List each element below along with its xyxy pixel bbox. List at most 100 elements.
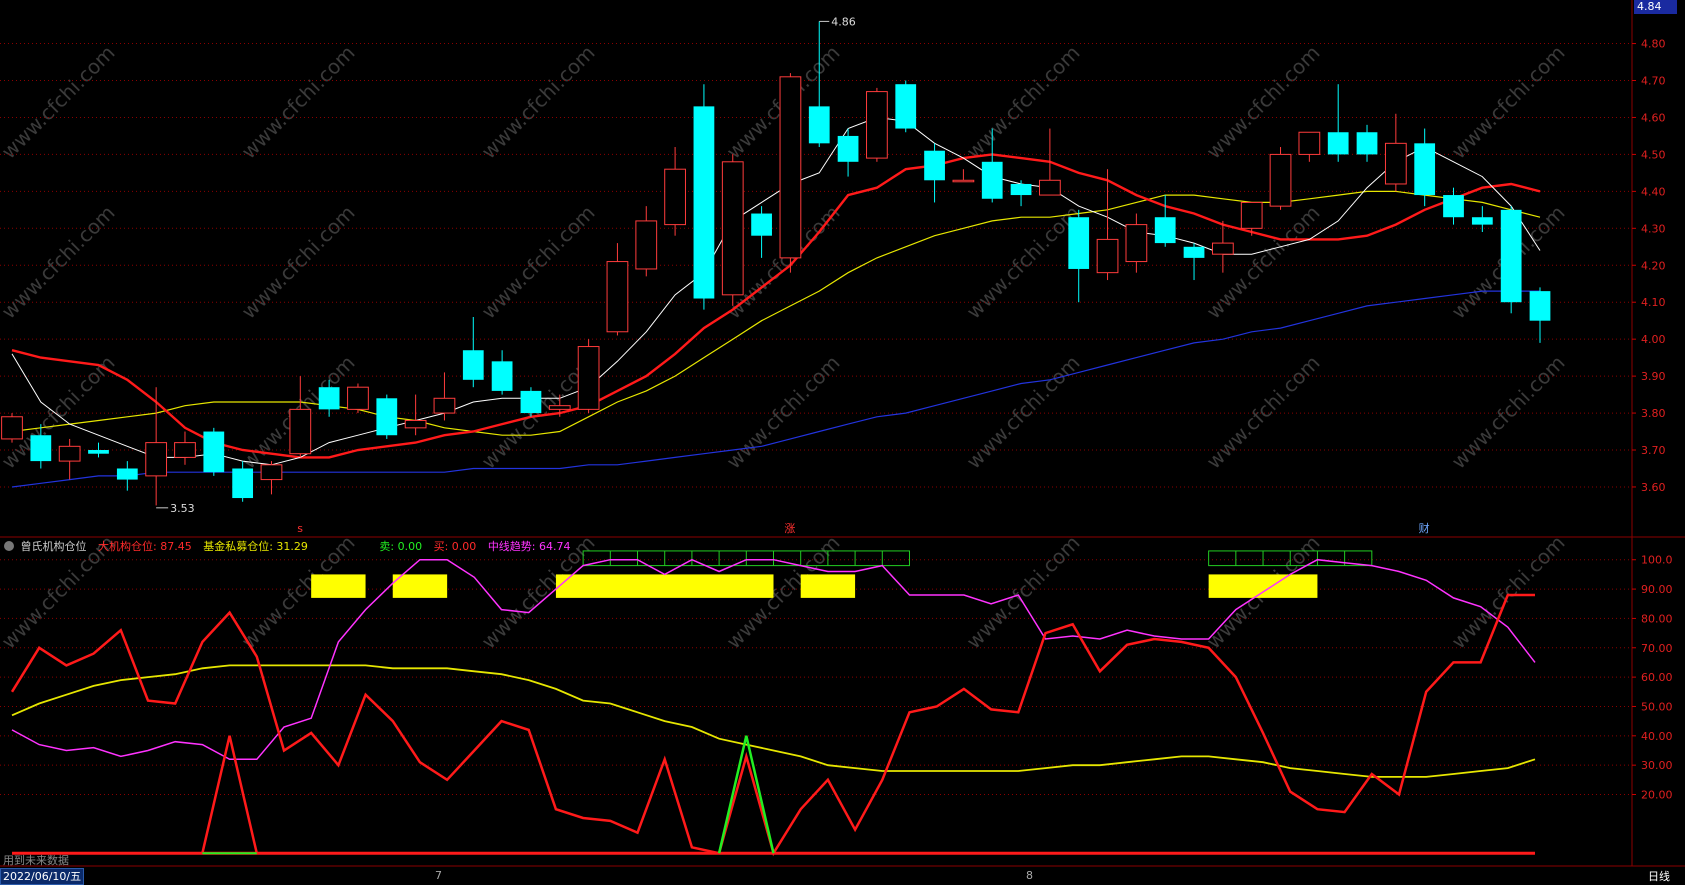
candle-body-down <box>318 387 340 410</box>
high-label: 4.86 <box>831 15 856 28</box>
candle-body-up <box>433 397 456 414</box>
ind-axis-label: 40.00 <box>1641 730 1673 743</box>
fund-label: 基金私募仓位: 31.29 <box>203 540 308 553</box>
candle-body-up <box>404 419 427 429</box>
candle-body-down <box>376 398 398 436</box>
candle-body-up <box>347 386 369 410</box>
ind-axis-label: 20.00 <box>1641 789 1673 802</box>
price-axis-label: 4.20 <box>1641 259 1666 272</box>
candle-body-down <box>751 213 772 236</box>
candle-body-up <box>289 408 312 455</box>
candle-body-down <box>1327 132 1349 155</box>
price-axis-label: 4.70 <box>1641 75 1666 88</box>
candle-body-up <box>635 220 658 270</box>
candle-body-down <box>1443 195 1464 218</box>
mid-trend-label: 中线趋势: 64.74 <box>487 540 571 553</box>
future-data-note: 用到未来数据 <box>3 854 69 867</box>
yellow-bar <box>311 574 366 598</box>
candle-body-up <box>779 76 802 259</box>
candle-body-up <box>548 405 571 410</box>
candle-body-up <box>606 261 629 333</box>
candle-body-up <box>1096 238 1119 274</box>
ind-axis-label: 30.00 <box>1641 759 1673 772</box>
candle-body-up <box>1211 242 1234 255</box>
month-8-label: 8 <box>1026 869 1033 882</box>
price-axis-label: 4.40 <box>1641 185 1666 198</box>
candle-body-up <box>952 179 975 183</box>
event-s: s <box>297 522 303 535</box>
period-label[interactable]: 日线 <box>1648 868 1670 884</box>
event-cai: 财 <box>1419 521 1430 535</box>
candle-body-up <box>1039 179 1061 196</box>
big-inst-label: 大机构仓位: 87.45 <box>98 540 192 553</box>
candle-body-down <box>1414 143 1436 196</box>
candle-body-down <box>837 135 859 162</box>
candle-body-down <box>203 431 225 473</box>
ind-axis-label: 80.00 <box>1641 612 1673 625</box>
indicator-name: 曾氏机构仓位 <box>20 540 87 553</box>
candle-body-up <box>1240 201 1263 229</box>
buy-label: 买: 0.00 <box>433 540 477 553</box>
candle-body-up <box>174 442 196 458</box>
candle-body-up <box>260 464 283 481</box>
ind-axis-label: 60.00 <box>1641 671 1673 684</box>
candle-body-up <box>58 445 81 462</box>
sell-label: 卖: 0.00 <box>379 540 423 553</box>
candle-body-up <box>145 442 168 477</box>
price-axis-label: 4.50 <box>1641 148 1666 161</box>
price-axis-label: 3.70 <box>1641 444 1666 457</box>
candle-body-down <box>1010 183 1032 196</box>
yellow-bar <box>800 574 856 598</box>
candle-body-down <box>1529 291 1551 321</box>
ind-axis-label: 90.00 <box>1641 583 1673 596</box>
candle-body-up <box>664 168 686 226</box>
price-axis-label: 3.60 <box>1641 481 1666 494</box>
yellow-bar <box>555 574 774 598</box>
candle-body-down <box>116 468 138 480</box>
ind-axis-label: 70.00 <box>1641 642 1673 655</box>
ind-axis-label: 100.0 <box>1641 554 1673 567</box>
candle-body-down <box>88 450 109 454</box>
ind-axis-label: 50.00 <box>1641 700 1673 713</box>
candle-body-down <box>1356 132 1378 155</box>
candle-body-down <box>981 161 1003 199</box>
candle-body-down <box>462 350 484 380</box>
price-axis-label: 3.80 <box>1641 407 1666 420</box>
candle-body-down <box>232 468 254 499</box>
chart-stage: www.cfchi.com www.cfchi.com www.cfchi.com w… <box>0 0 1685 884</box>
candle-body-down <box>1500 209 1522 303</box>
date-box[interactable]: 2022/06/10/五 <box>0 868 85 885</box>
price-axis-label: 4.10 <box>1641 296 1666 309</box>
yellow-bar <box>392 574 448 598</box>
price-axis-label: 4.60 <box>1641 111 1666 124</box>
candle-body-up <box>866 91 888 159</box>
candle-body-up <box>1269 153 1292 207</box>
candle-body-down <box>808 106 830 144</box>
candle-body-down <box>693 106 715 299</box>
candle-body-down <box>895 84 917 129</box>
candle-body-up <box>1125 224 1148 263</box>
low-label: 3.53 <box>170 502 195 515</box>
candle-body-down <box>924 150 945 181</box>
month-7-label: 7 <box>435 869 442 882</box>
indicator-toggle-icon[interactable] <box>4 541 14 551</box>
candle-body-down <box>1183 246 1205 258</box>
candle-body-up <box>1298 131 1321 155</box>
top-right-price: 4.84 <box>1634 0 1677 14</box>
candle-body-up <box>1384 142 1407 185</box>
price-axis-label: 4.30 <box>1641 222 1666 235</box>
price-axis-label: 4.00 <box>1641 333 1666 346</box>
candle-body-down <box>1068 217 1090 269</box>
candle-body-down <box>491 361 513 391</box>
candle-body-up <box>721 161 744 296</box>
event-zhang: 涨 <box>784 522 795 535</box>
candle-body-down <box>30 435 52 462</box>
candle-body-down <box>520 390 542 414</box>
candle-body-up <box>1 416 23 440</box>
price-axis-label: 3.90 <box>1641 370 1666 383</box>
candle-body-down <box>1471 217 1493 225</box>
candle-body-up <box>577 346 600 410</box>
price-axis-label: 4.80 <box>1641 38 1666 51</box>
yellow-bar <box>1208 574 1318 598</box>
indicator-header: 曾氏机构仓位 大机构仓位: 87.45 基金私募仓位: 31.29 卖: 0.0… <box>4 538 579 554</box>
